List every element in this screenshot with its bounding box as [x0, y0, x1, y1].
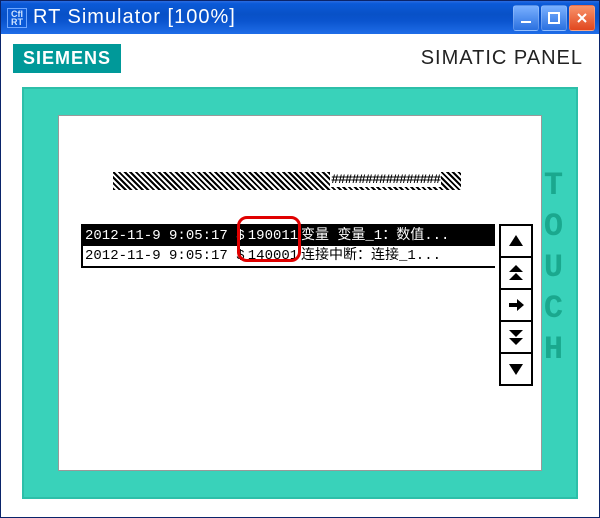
window-title: RT Simulator [100%]	[33, 6, 513, 29]
triangle-up-icon	[507, 232, 525, 250]
maximize-icon	[547, 11, 561, 25]
alarm-timestamp: 2012-11-9 9:05:17 $	[85, 247, 245, 265]
application-window: Cfl RT RT Simulator [100%] SIEMENS SIMAT…	[0, 0, 600, 518]
minimize-button[interactable]	[513, 5, 539, 31]
alarm-list: 2012-11-9 9:05:17 $ 190011 变量 变量_1：数值...…	[81, 224, 495, 268]
close-button[interactable]	[569, 5, 595, 31]
alarm-row[interactable]: 2012-11-9 9:05:17 $ 190011 变量 变量_1：数值...	[83, 226, 495, 246]
maximize-button[interactable]	[541, 5, 567, 31]
close-icon	[575, 11, 589, 25]
scroll-down-button[interactable]	[499, 352, 533, 386]
double-triangle-down-icon	[507, 328, 525, 346]
alarm-view[interactable]: 2012-11-9 9:05:17 $ 190011 变量 变量_1：数值...…	[81, 224, 495, 452]
alarm-row[interactable]: 2012-11-9 9:05:17 $ 140001 连接中断：连接_1...	[83, 246, 495, 266]
page-down-button[interactable]	[499, 320, 533, 354]
ack-button[interactable]	[499, 288, 533, 322]
simatic-panel-label: SIMATIC PANEL	[421, 47, 583, 70]
arrow-right-icon	[507, 296, 525, 314]
alarm-code: 140001	[245, 247, 301, 265]
hash-placeholder: ################	[330, 172, 441, 187]
alarm-code: 190011	[245, 227, 301, 245]
alarm-timestamp: 2012-11-9 9:05:17 $	[85, 227, 245, 245]
alarm-message: 连接中断：连接_1...	[301, 247, 493, 265]
app-icon: Cfl RT	[7, 8, 27, 28]
panel-wrap: TOUCH ################ 2012-11-9 9:05:17…	[1, 79, 599, 517]
hmi-bezel: TOUCH ################ 2012-11-9 9:05:17…	[22, 87, 578, 499]
triangle-down-icon	[507, 360, 525, 378]
panel-header: SIEMENS SIMATIC PANEL	[1, 44, 599, 79]
client-area: SIEMENS SIMATIC PANEL TOUCH ############…	[1, 34, 599, 517]
scroll-up-button[interactable]	[499, 224, 533, 258]
alarm-message: 变量 变量_1：数值...	[301, 227, 493, 245]
hmi-screen[interactable]: ################ 2012-11-9 9:05:17 $ 190…	[58, 115, 542, 471]
page-up-button[interactable]	[499, 256, 533, 290]
alarm-nav-buttons	[499, 224, 533, 384]
minimize-icon	[519, 11, 533, 25]
siemens-logo: SIEMENS	[13, 44, 121, 73]
window-controls	[513, 5, 595, 31]
titlebar[interactable]: Cfl RT RT Simulator [100%]	[1, 1, 599, 34]
double-triangle-up-icon	[507, 264, 525, 282]
